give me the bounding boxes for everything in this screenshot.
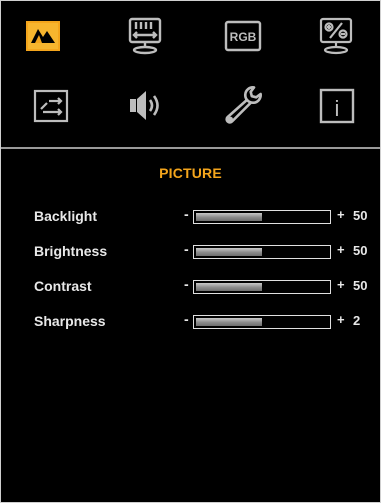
- rgb-icon[interactable]: RGB: [223, 16, 263, 56]
- display-settings-icon[interactable]: [316, 16, 356, 56]
- setting-label: Backlight: [34, 208, 98, 224]
- input-source-icon[interactable]: [31, 85, 71, 125]
- setting-label: Sharpness: [34, 313, 106, 329]
- picture-icon[interactable]: [23, 16, 63, 56]
- slider-fill: [196, 248, 262, 256]
- info-icon-label: i: [335, 96, 340, 121]
- increase-button[interactable]: +: [337, 312, 345, 327]
- setting-value: 50: [353, 208, 368, 223]
- setting-row-sharpness[interactable]: Sharpness - + 2: [1, 311, 380, 333]
- info-icon[interactable]: i: [317, 85, 357, 125]
- setting-label: Brightness: [34, 243, 108, 259]
- setting-row-backlight[interactable]: Backlight - + 50: [1, 206, 380, 228]
- audio-icon[interactable]: [126, 85, 166, 125]
- sharpness-slider[interactable]: [193, 315, 331, 329]
- decrease-button[interactable]: -: [184, 206, 189, 222]
- decrease-button[interactable]: -: [184, 241, 189, 257]
- osd-menu: RGB i PICTURE Backlight - + 50 Brightnes…: [0, 0, 381, 503]
- display-position-icon[interactable]: [125, 16, 165, 56]
- setting-row-brightness[interactable]: Brightness - + 50: [1, 241, 380, 263]
- contrast-slider[interactable]: [193, 280, 331, 294]
- brightness-slider[interactable]: [193, 245, 331, 259]
- backlight-slider[interactable]: [193, 210, 331, 224]
- setting-value: 50: [353, 278, 368, 293]
- setting-label: Contrast: [34, 278, 92, 294]
- menu-divider: [1, 147, 380, 149]
- increase-button[interactable]: +: [337, 242, 345, 257]
- increase-button[interactable]: +: [337, 277, 345, 292]
- slider-fill: [196, 283, 262, 291]
- tools-icon[interactable]: [221, 83, 265, 127]
- setting-value: 2: [353, 313, 361, 328]
- slider-fill: [196, 318, 262, 326]
- section-title: PICTURE: [159, 165, 222, 181]
- slider-fill: [196, 213, 262, 221]
- setting-row-contrast[interactable]: Contrast - + 50: [1, 276, 380, 298]
- decrease-button[interactable]: -: [184, 276, 189, 292]
- setting-value: 50: [353, 243, 368, 258]
- rgb-icon-label: RGB: [230, 30, 257, 44]
- decrease-button[interactable]: -: [184, 311, 189, 327]
- increase-button[interactable]: +: [337, 207, 345, 222]
